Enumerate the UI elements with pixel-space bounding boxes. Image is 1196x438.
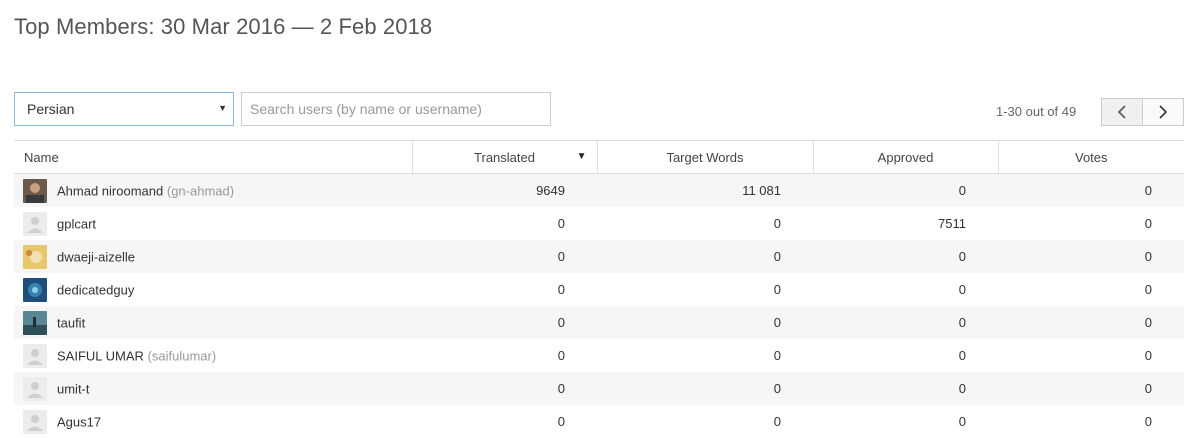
member-name-cell: taufit	[14, 306, 412, 339]
member-name-link[interactable]: dedicatedguy	[57, 282, 134, 297]
dropdown-arrow-icon: ▼	[218, 103, 227, 113]
table-row: gplcart 0 0 7511 0	[14, 207, 1184, 240]
votes-cell: 0	[998, 306, 1184, 339]
column-header-votes[interactable]: Votes	[997, 140, 1184, 174]
pagination-info: 1-30 out of 49	[996, 104, 1077, 119]
translated-cell: 0	[557, 414, 565, 429]
votes-cell: 0	[1144, 348, 1152, 363]
table-header-row: Name Translated ▼ Target Words Approved …	[14, 140, 1184, 174]
target-words-cell: 0	[773, 216, 781, 231]
table-row: dwaeji-aizelle 0 0 0 0	[14, 240, 1184, 273]
target-words-cell: 0	[597, 372, 813, 405]
avatar[interactable]	[23, 244, 47, 269]
votes-cell: 0	[998, 372, 1184, 405]
avatar[interactable]	[23, 376, 47, 401]
member-name-cell: umit-t	[14, 372, 412, 405]
translated-cell: 0	[412, 240, 597, 273]
approved-cell: 0	[958, 414, 966, 429]
votes-cell: 0	[1144, 282, 1152, 297]
table-row: Ahmad niroomand (gn-ahmad) 9649 11 081 0 0	[14, 173, 1184, 207]
target-words-cell: 0	[773, 348, 781, 363]
column-header-translated-label: Translated	[474, 149, 535, 165]
member-name-link[interactable]: umit-t	[57, 381, 90, 396]
language-select[interactable]: Persian ▼	[14, 92, 234, 126]
page-title: Top Members: 30 Mar 2016 — 2 Feb 2018	[14, 14, 433, 39]
avatar[interactable]	[23, 277, 47, 302]
approved-cell: 0	[813, 173, 998, 207]
member-name-link[interactable]: SAIFUL UMAR	[57, 348, 144, 363]
target-words-cell: 0	[597, 240, 813, 273]
member-name-cell: dwaeji-aizelle	[14, 240, 412, 273]
translated-cell: 0	[557, 348, 565, 363]
approved-cell: 7511	[938, 216, 966, 231]
previous-page-button[interactable]	[1102, 99, 1142, 125]
member-name-link[interactable]: Ahmad niroomand	[57, 183, 163, 198]
column-header-approved[interactable]: Approved	[812, 140, 998, 174]
target-words-cell: 11 081	[597, 173, 813, 207]
member-name-cell: SAIFUL UMAR (saifulumar)	[14, 339, 412, 372]
table-row: umit-t 0 0 0 0	[14, 372, 1184, 405]
approved-cell: 0	[813, 240, 998, 273]
member-name-link[interactable]: gplcart	[57, 216, 96, 231]
approved-cell: 0	[958, 348, 966, 363]
member-username: (saifulumar)	[147, 348, 217, 363]
target-words-cell: 0	[773, 414, 781, 429]
votes-cell: 0	[998, 240, 1184, 273]
search-users-input[interactable]	[241, 92, 551, 126]
chevron-right-icon	[1159, 105, 1168, 119]
approved-cell: 0	[813, 306, 998, 339]
approved-cell: 0	[958, 282, 966, 297]
member-username: (gn-ahmad)	[166, 183, 235, 198]
target-words-cell: 0	[597, 306, 813, 339]
table-row: taufit 0 0 0 0	[14, 306, 1184, 339]
translated-cell: 0	[412, 306, 597, 339]
column-header-name[interactable]: Name	[14, 140, 412, 174]
avatar[interactable]	[23, 211, 47, 236]
votes-cell: 0	[1144, 216, 1152, 231]
member-name-link[interactable]: taufit	[57, 315, 85, 330]
column-header-translated[interactable]: Translated ▼	[411, 140, 597, 174]
avatar[interactable]	[23, 178, 47, 203]
language-select-value: Persian	[27, 101, 75, 117]
avatar[interactable]	[23, 343, 47, 368]
member-name-cell: Ahmad niroomand (gn-ahmad)	[14, 173, 412, 207]
pager	[1101, 98, 1184, 126]
member-name-link[interactable]: dwaeji-aizelle	[57, 249, 135, 264]
translated-cell: 9649	[412, 173, 597, 207]
member-name-cell: dedicatedguy	[14, 273, 412, 306]
next-page-button[interactable]	[1142, 99, 1183, 125]
member-name-cell: gplcart	[14, 207, 412, 240]
translated-cell: 0	[557, 282, 565, 297]
approved-cell: 0	[813, 372, 998, 405]
target-words-cell: 0	[773, 282, 781, 297]
sort-descending-icon: ▼	[576, 151, 587, 162]
translated-cell: 0	[557, 216, 565, 231]
table-row: dedicatedguy 0 0 0 0	[14, 273, 1184, 306]
table-row: Agus17 0 0 0 0	[14, 405, 1184, 438]
chevron-left-icon	[1117, 105, 1126, 119]
avatar[interactable]	[23, 409, 47, 434]
column-header-target-words[interactable]: Target Words	[596, 140, 813, 174]
members-table: Name Translated ▼ Target Words Approved …	[14, 140, 1184, 438]
table-row: SAIFUL UMAR (saifulumar) 0 0 0 0	[14, 339, 1184, 372]
member-name-link[interactable]: Agus17	[57, 414, 101, 429]
translated-cell: 0	[412, 372, 597, 405]
avatar[interactable]	[23, 310, 47, 335]
votes-cell: 0	[1144, 414, 1152, 429]
member-name-cell: Agus17	[14, 405, 412, 438]
votes-cell: 0	[998, 173, 1184, 207]
